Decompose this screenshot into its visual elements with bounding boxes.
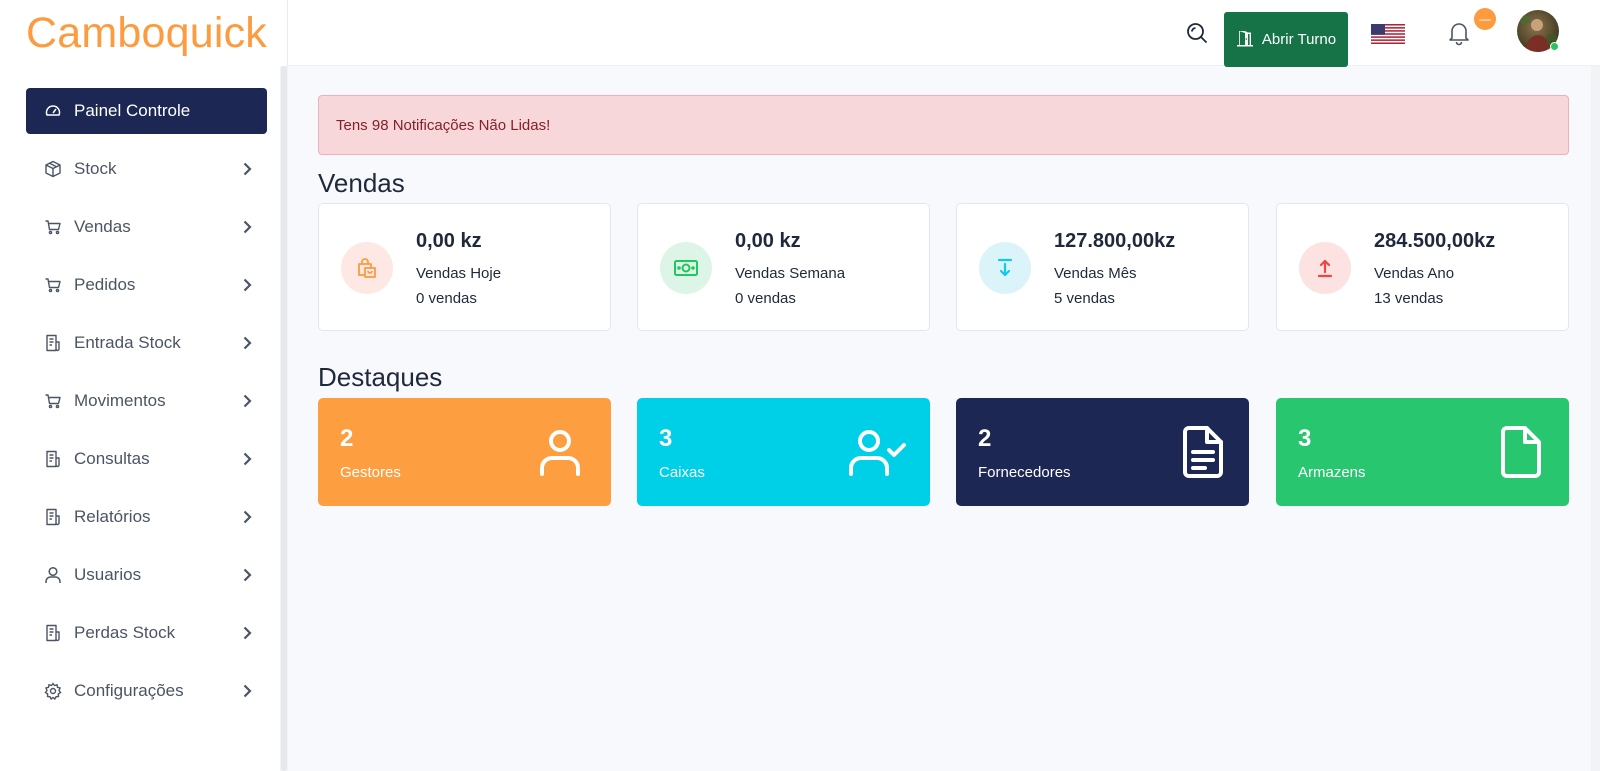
page-scrollbar[interactable]: [1591, 66, 1600, 771]
top-header: Abrir Turno —: [288, 0, 1600, 67]
gear-icon: [44, 682, 62, 700]
user-icon: [44, 566, 62, 584]
us-flag-icon[interactable]: [1371, 24, 1405, 44]
sales-label: Vendas Mês: [1054, 265, 1137, 282]
chevron-right-icon: [241, 336, 253, 350]
sidebar-item-label: Painel Controle: [74, 101, 191, 120]
sidebar-item-label: Usuarios: [74, 565, 142, 584]
sales-count: 5 vendas: [1054, 290, 1115, 307]
cart-icon: [44, 276, 62, 294]
sales-card-week[interactable]: 0,00 kz Vendas Semana 0 vendas: [637, 203, 930, 331]
sidebar-item-movimentos[interactable]: Movimentos: [26, 378, 267, 424]
sidebar-item-vendas[interactable]: Vendas: [26, 204, 267, 250]
box-icon: [44, 160, 62, 178]
upload-icon: [1299, 242, 1351, 294]
unread-notifications-alert: Tens 98 Notificações Não Lidas!: [318, 95, 1569, 155]
user-check-icon: [849, 426, 907, 478]
sidebar-item-label: Pedidos: [74, 275, 136, 294]
sidebar-item-pedidos[interactable]: Pedidos: [26, 262, 267, 308]
highlight-label: Gestores: [340, 464, 401, 481]
sales-count: 0 vendas: [416, 290, 477, 307]
online-status-dot: [1550, 42, 1559, 51]
notification-badge: —: [1474, 8, 1496, 30]
door-open-icon: [1236, 29, 1254, 51]
cart-icon: [44, 218, 62, 236]
file-icon: [1492, 426, 1550, 478]
highlight-card-armazens[interactable]: 3 Armazens: [1276, 398, 1569, 506]
highlight-card-caixas[interactable]: 3 Caixas: [637, 398, 930, 506]
sales-label: Vendas Hoje: [416, 265, 502, 282]
chevron-right-icon: [241, 394, 253, 408]
sidebar-item-label: Perdas Stock: [74, 623, 176, 642]
highlight-value: 3: [659, 425, 673, 452]
chevron-right-icon: [241, 684, 253, 698]
highlight-value: 3: [1298, 425, 1312, 452]
shopping-bag-icon: [341, 242, 393, 294]
highlights-section-title: Destaques: [318, 362, 443, 392]
sidebar-item-label: Vendas: [74, 217, 131, 236]
sidebar-item-configuracoes[interactable]: Configurações: [26, 668, 267, 714]
search-icon[interactable]: [1185, 21, 1209, 45]
cart-icon: [44, 392, 62, 410]
sales-card-today[interactable]: 0,00 kz Vendas Hoje 0 vendas: [318, 203, 611, 331]
sidebar-scrollbar[interactable]: [280, 66, 288, 771]
highlight-label: Fornecedores: [978, 464, 1071, 481]
sidebar-item-label: Stock: [74, 159, 117, 178]
sidebar-item-usuarios[interactable]: Usuarios: [26, 552, 267, 598]
sidebar-item-consultas[interactable]: Consultas: [26, 436, 267, 482]
sidebar-scrollbar-thumb[interactable]: [281, 66, 287, 771]
sales-amount: 127.800,00kz: [1054, 230, 1176, 252]
highlight-label: Armazens: [1298, 464, 1366, 481]
sidebar-item-label: Movimentos: [74, 391, 166, 410]
sidebar: Camboquick Painel Controle Stock Vendas: [0, 0, 288, 771]
sales-card-year[interactable]: 284.500,00kz Vendas Ano 13 vendas: [1276, 203, 1569, 331]
receipt-icon: [44, 450, 62, 468]
sidebar-item-label: Consultas: [74, 449, 150, 468]
highlight-value: 2: [978, 425, 992, 452]
brand-logo[interactable]: Camboquick: [0, 0, 287, 66]
user-icon: [531, 426, 589, 478]
document-text-icon: [1174, 426, 1232, 478]
download-icon: [979, 242, 1031, 294]
sidebar-item-relatorios[interactable]: Relatórios: [26, 494, 267, 540]
sales-count: 0 vendas: [735, 290, 796, 307]
sidebar-menu: Painel Controle Stock Vendas Pedidos Ent…: [26, 88, 267, 726]
alert-text: Tens 98 Notificações Não Lidas!: [336, 116, 551, 134]
sales-amount: 284.500,00kz: [1374, 230, 1496, 252]
bell-icon[interactable]: [1447, 20, 1471, 46]
sales-count: 13 vendas: [1374, 290, 1444, 307]
sales-amount: 0,00 kz: [416, 230, 482, 252]
sidebar-item-label: Entrada Stock: [74, 333, 181, 352]
receipt-icon: [44, 334, 62, 352]
chevron-right-icon: [241, 278, 253, 292]
open-shift-button[interactable]: Abrir Turno: [1224, 12, 1348, 67]
chevron-right-icon: [241, 220, 253, 234]
sidebar-item-entrada-stock[interactable]: Entrada Stock: [26, 320, 267, 366]
sidebar-item-label: Configurações: [74, 681, 184, 700]
sales-label: Vendas Ano: [1374, 265, 1455, 282]
sidebar-item-painel-controle[interactable]: Painel Controle: [26, 88, 267, 134]
receipt-icon: [44, 508, 62, 526]
chevron-right-icon: [241, 162, 253, 176]
highlight-card-fornecedores[interactable]: 2 Fornecedores: [956, 398, 1249, 506]
highlight-card-gestores[interactable]: 2 Gestores: [318, 398, 611, 506]
sales-amount: 0,00 kz: [735, 230, 801, 252]
chevron-right-icon: [241, 626, 253, 640]
sidebar-item-label: Relatórios: [74, 507, 151, 526]
chevron-right-icon: [241, 452, 253, 466]
highlight-label: Caixas: [659, 464, 705, 481]
open-shift-label: Abrir Turno: [1261, 31, 1337, 48]
dashboard-icon: [44, 102, 62, 120]
chevron-right-icon: [241, 510, 253, 524]
highlight-value: 2: [340, 425, 354, 452]
receipt-icon: [44, 624, 62, 642]
sidebar-item-perdas-stock[interactable]: Perdas Stock: [26, 610, 267, 656]
sales-label: Vendas Semana: [735, 265, 846, 282]
sales-card-month[interactable]: 127.800,00kz Vendas Mês 5 vendas: [956, 203, 1249, 331]
chevron-right-icon: [241, 568, 253, 582]
money-icon: [660, 242, 712, 294]
sales-section-title: Vendas: [318, 168, 405, 198]
sidebar-item-stock[interactable]: Stock: [26, 146, 267, 192]
